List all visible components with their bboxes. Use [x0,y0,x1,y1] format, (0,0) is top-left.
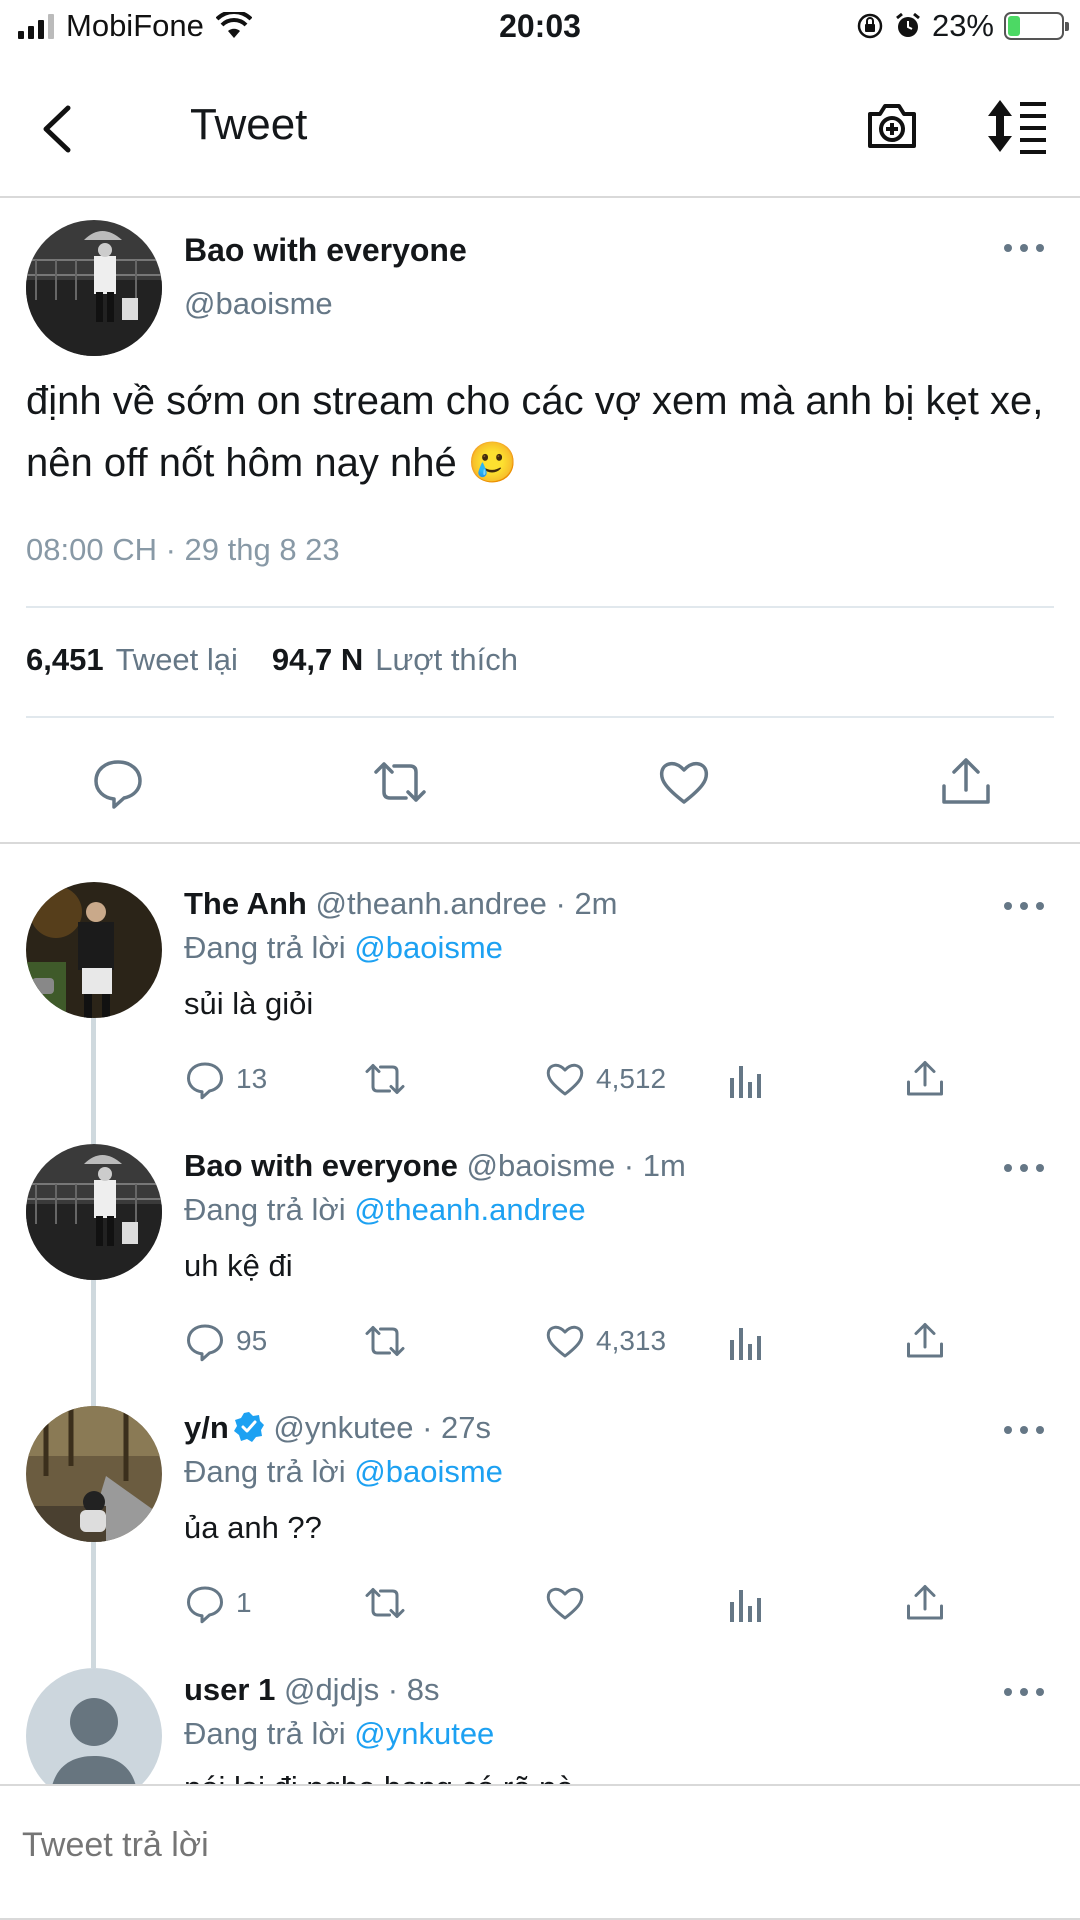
replying-to: Đang trả lời @theanh.andree [184,1192,586,1228]
reply-count: 1 [236,1587,252,1618]
reply-header: Bao with everyone @baoisme · 1m [184,1148,686,1184]
mention-link[interactable]: @theanh.andree [354,1192,585,1227]
like-count: 4,313 [596,1325,667,1356]
reply-header: user 1 @djdjs · 8s [184,1672,439,1708]
tweet-text: định về sớm on stream cho các vợ xem mà … [26,379,1044,485]
divider [26,716,1054,718]
reply-text: sủi là giỏi [184,986,314,1021]
replying-label: Đang trả lời [184,930,346,965]
retweet-count[interactable]: 6,451 [26,642,104,678]
sort-replies-button[interactable] [984,96,1050,156]
more-options-icon[interactable] [1004,1426,1044,1438]
status-bar: MobiFone 20:03 23% [0,0,1080,56]
like-label[interactable]: Lượt thích [375,642,518,678]
replying-to: Đang trả lời @baoisme [184,1454,503,1490]
share-icon[interactable] [904,1320,946,1362]
like-action[interactable]: 4,313 [544,1320,666,1362]
retweet-icon[interactable] [372,754,428,810]
back-button[interactable] [28,94,88,164]
analytics-icon[interactable] [726,1058,766,1100]
reply-author-handle[interactable]: @baoisme · 1m [467,1148,686,1183]
author-handle[interactable]: @baoisme [184,286,333,322]
alarm-icon [894,12,922,40]
reply-author-name[interactable]: The Anh [184,886,307,921]
thread-line [91,1018,96,1144]
battery-percent: 23% [931,8,994,43]
analytics-icon[interactable] [726,1582,766,1624]
section-divider [0,842,1080,844]
avatar[interactable] [26,1406,162,1542]
more-options-icon[interactable] [1004,1164,1044,1176]
replying-to: Đang trả lời @ynkutee [184,1716,494,1752]
reply-icon [187,1062,223,1100]
like-count[interactable]: 94,7 N [272,642,363,678]
retweet-label[interactable]: Tweet lại [116,642,238,678]
like-icon[interactable] [544,1582,586,1624]
avatar[interactable] [26,220,162,356]
page-title: Tweet [190,100,308,149]
like-count: 4,512 [596,1063,667,1094]
reply-action[interactable]: 13 [184,1058,267,1100]
reply-author-name[interactable]: Bao with everyone [184,1148,458,1183]
tweet-timestamp: 08:00 CH · 29 thg 8 23 [26,532,340,567]
reply-text: uh kệ đi [184,1248,293,1283]
battery-icon [1004,12,1069,40]
reply-author-name[interactable]: user 1 [184,1672,275,1707]
reply-input[interactable] [22,1826,1052,1865]
reply-author-handle[interactable]: @theanh.andree · 2m [315,886,617,921]
reply-count: 13 [236,1063,268,1094]
more-options-icon[interactable] [1004,1688,1044,1700]
reply-header: y/n @ynkutee · 27s [184,1410,491,1446]
mention-link[interactable]: @baoisme [354,930,503,965]
reply-icon [187,1586,223,1624]
tweet-stats: 6,451 Tweet lại 94,7 N Lượt thích [26,642,552,678]
reply-composer [0,1784,1080,1920]
avatar[interactable] [26,1144,162,1280]
share-icon[interactable] [904,1582,946,1624]
reply-author-handle[interactable]: @ynkutee · 27s [273,1410,491,1445]
like-icon [546,1325,584,1358]
mention-link[interactable]: @baoisme [354,1454,503,1489]
reply-text: ủa anh ?? [184,1510,322,1545]
author-name[interactable]: Bao with everyone [184,232,467,269]
camera-add-button[interactable] [862,96,922,156]
orientation-lock-icon [856,12,884,40]
reply-action[interactable]: 95 [184,1320,267,1362]
reply-icon[interactable] [90,754,146,810]
reply-author-handle[interactable]: @djdjs · 8s [284,1672,440,1707]
like-action[interactable]: 4,512 [544,1058,666,1100]
replying-label: Đang trả lời [184,1716,346,1751]
divider [26,606,1054,608]
analytics-icon[interactable] [726,1320,766,1362]
reply-author-name[interactable]: y/n [184,1410,229,1445]
reply-header: The Anh @theanh.andree · 2m [184,886,618,922]
avatar[interactable] [26,882,162,1018]
share-icon[interactable] [904,1058,946,1100]
retweet-icon[interactable] [362,1582,408,1624]
top-nav-bar: Tweet [0,56,1080,198]
retweet-icon[interactable] [362,1058,408,1100]
retweet-icon[interactable] [362,1320,408,1362]
more-options-icon[interactable] [1004,244,1044,256]
reply-text: nói lại đi nghe hong có rõ nè [184,1770,574,1784]
replying-to: Đang trả lời @baoisme [184,930,503,966]
thread-line [91,1542,96,1668]
reply-icon [187,1324,223,1362]
mention-link[interactable]: @ynkutee [354,1716,494,1751]
replying-label: Đang trả lời [184,1454,346,1489]
replying-label: Đang trả lời [184,1192,346,1227]
like-icon [546,1063,584,1096]
thread-line [91,1280,96,1406]
more-options-icon[interactable] [1004,902,1044,914]
like-icon[interactable] [656,754,712,810]
share-icon[interactable] [938,754,994,810]
verified-badge-icon [233,1411,265,1443]
reply-action[interactable]: 1 [184,1582,252,1624]
status-right: 23% [856,8,1069,44]
reply-count: 95 [236,1325,268,1356]
